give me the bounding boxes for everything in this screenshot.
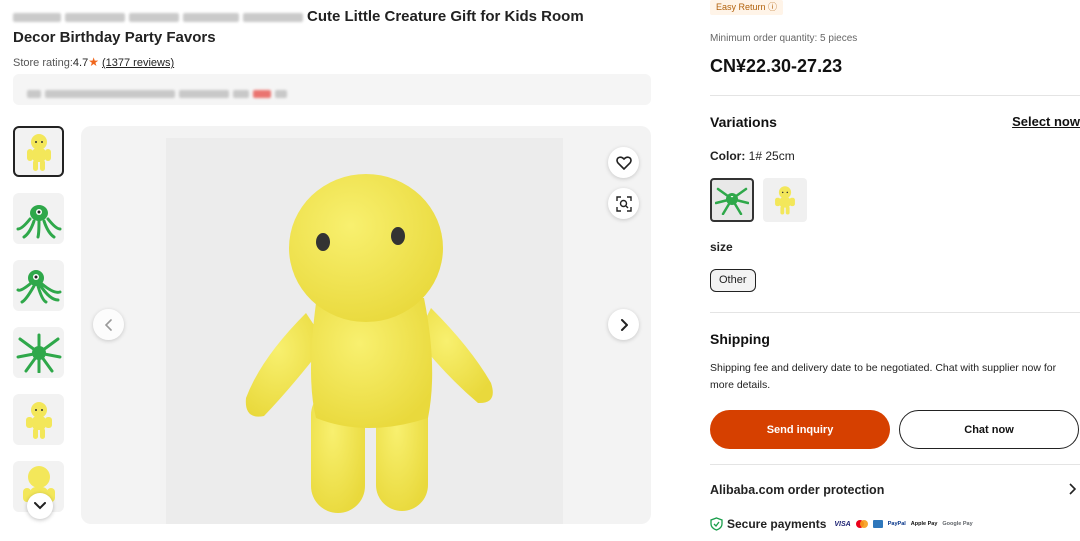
thumbnail-green-octopus[interactable] — [13, 193, 64, 244]
payment-logos: VISA PayPal Apple Pay Google Pay — [834, 520, 973, 528]
info-icon: ⓘ — [768, 2, 778, 12]
store-rating-value: 4.7 — [72, 57, 89, 69]
green-octopus-icon — [16, 204, 61, 238]
blurred-text — [243, 12, 303, 22]
thumbnail-scroll-down-button[interactable] — [27, 493, 53, 519]
thumbnail-yellow-plush-small[interactable] — [13, 394, 64, 445]
amex-logo — [872, 520, 883, 528]
easy-return-badge[interactable]: Easy Return ⓘ — [710, 0, 784, 15]
color-selection: Color: 1# 25cm — [710, 149, 795, 163]
blurred-text — [129, 12, 179, 22]
yellow-plush-icon — [26, 133, 51, 171]
google-pay-logo: Google Pay — [942, 521, 973, 527]
product-title-text: Cute Little Creature Gift for Kids Room — [307, 8, 584, 25]
yellow-plush-icon — [25, 401, 52, 439]
product-title-line2: Decor Birthday Party Favors — [13, 29, 216, 46]
blurred-text — [65, 12, 125, 22]
divider — [710, 95, 1080, 96]
shipping-text: Shipping fee and delivery date to be neg… — [710, 362, 1057, 391]
color-value: 1# 25cm — [748, 149, 795, 163]
product-title: Cute Little Creature Gift for Kids Room … — [13, 6, 653, 48]
main-product-image[interactable] — [81, 126, 651, 524]
chevron-left-icon — [104, 318, 112, 331]
previous-image-button[interactable] — [93, 309, 124, 340]
order-protection-link[interactable]: Alibaba.com order protection — [710, 483, 884, 497]
green-octopus-icon — [715, 187, 749, 215]
shield-check-icon — [710, 517, 723, 531]
chevron-right-icon[interactable] — [1068, 482, 1077, 498]
thumbnail-list — [13, 126, 65, 528]
blurred-banner — [13, 74, 651, 105]
divider — [710, 312, 1080, 313]
store-rating: Store rating:4.7★ (1377 reviews) — [13, 55, 174, 69]
chevron-right-icon — [620, 318, 628, 331]
favorite-button[interactable] — [608, 147, 639, 178]
mastercard-logo — [855, 520, 868, 528]
thumbnail-yellow-plush[interactable] — [13, 126, 64, 177]
yellow-plush-icon — [775, 186, 795, 215]
yellow-plush-toy-image — [245, 174, 493, 513]
image-search-icon — [615, 195, 632, 212]
heart-icon — [615, 155, 632, 170]
easy-return-label: Easy Return — [716, 2, 766, 12]
secure-payments-label: Secure payments — [727, 517, 827, 531]
thumbnail-green-octopus-top[interactable] — [13, 327, 64, 378]
image-search-button[interactable] — [608, 188, 639, 219]
blurred-text — [183, 12, 239, 22]
star-icon: ★ — [88, 55, 99, 69]
thumbnail-green-octopus-side[interactable] — [13, 260, 64, 311]
secure-payments: Secure payments VISA PayPal Apple Pay Go… — [710, 517, 973, 531]
color-swatch-green-octopus[interactable] — [710, 178, 754, 222]
apple-pay-logo: Apple Pay — [910, 521, 938, 527]
green-octopus-icon — [16, 269, 61, 303]
reviews-link[interactable]: (1377 reviews) — [102, 57, 174, 69]
select-now-link[interactable]: Select now — [1012, 114, 1080, 129]
visa-logo: VISA — [834, 520, 851, 528]
price-range: CN¥22.30-27.23 — [710, 56, 843, 76]
store-rating-label: Store rating: — [13, 57, 73, 69]
green-octopus-icon — [16, 333, 61, 373]
send-inquiry-button[interactable]: Send inquiry — [710, 410, 890, 449]
color-swatch-yellow-plush[interactable] — [763, 178, 807, 222]
blurred-text — [13, 12, 61, 22]
divider — [710, 464, 1080, 465]
chat-now-button[interactable]: Chat now — [899, 410, 1079, 449]
variations-title: Variations — [710, 114, 777, 130]
chevron-down-icon — [34, 502, 46, 510]
shipping-title: Shipping — [710, 331, 770, 347]
next-image-button[interactable] — [608, 309, 639, 340]
color-label: Color: — [710, 149, 746, 163]
size-label: size — [710, 240, 733, 254]
size-option-other[interactable]: Other — [710, 269, 756, 292]
product-photo — [166, 138, 563, 524]
paypal-logo: PayPal — [887, 521, 906, 527]
minimum-order: Minimum order quantity: 5 pieces — [710, 33, 858, 44]
